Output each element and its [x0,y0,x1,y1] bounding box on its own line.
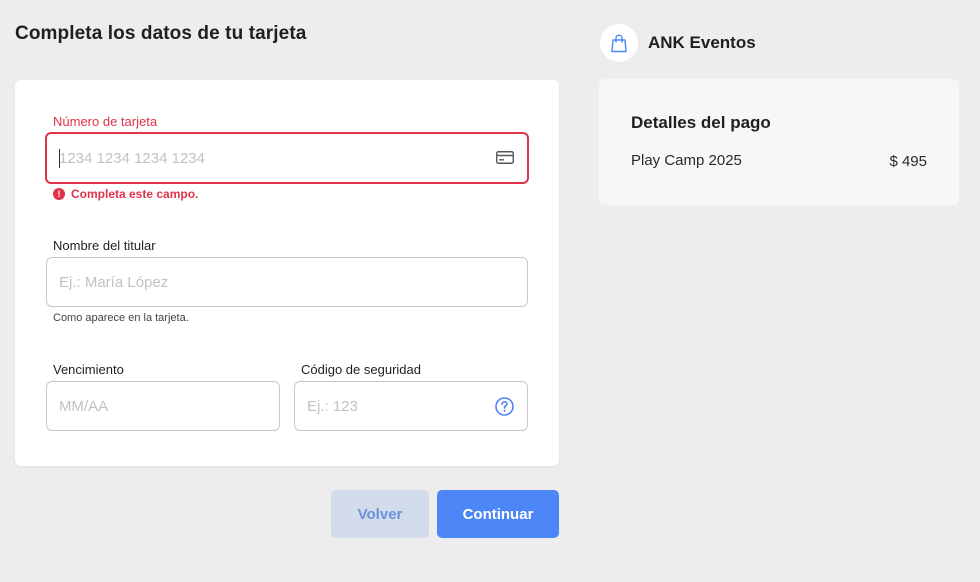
payment-details-panel: Detalles del pago Play Camp 2025 $ 495 [599,79,959,205]
security-code-input[interactable] [307,382,479,430]
holder-name-hint: Como aparece en la tarjeta. [53,312,189,324]
card-number-error-text: Completa este campo. [71,187,199,201]
security-code-label: Código de seguridad [301,362,421,377]
holder-name-field[interactable] [46,257,528,307]
payment-item-price: $ 495 [889,153,927,170]
card-number-error: ! Completa este campo. [53,187,198,201]
expiry-field[interactable] [46,381,280,431]
card-number-field[interactable] [45,132,529,184]
shopping-bag-icon [611,33,627,52]
holder-name-label: Nombre del titular [53,238,156,253]
help-icon[interactable] [495,397,514,416]
expiry-input[interactable] [59,382,231,430]
payment-item-name: Play Camp 2025 [631,152,742,169]
card-number-label: Número de tarjeta [53,114,158,129]
page-title: Completa los datos de tu tarjeta [15,23,307,44]
text-caret [59,149,60,168]
merchant-name: ANK Eventos [648,33,756,52]
card-number-input[interactable] [59,134,479,182]
credit-card-icon [496,151,514,164]
security-code-field[interactable] [294,381,528,431]
card-form: Número de tarjeta ! Completa este campo.… [15,80,559,466]
continue-button[interactable]: Continuar [437,490,559,538]
merchant-logo [600,24,638,62]
holder-name-input[interactable] [59,258,479,306]
error-icon: ! [53,188,65,200]
payment-details-title: Detalles del pago [631,113,771,132]
expiry-label: Vencimiento [53,362,124,377]
back-button[interactable]: Volver [331,490,429,538]
merchant-header: ANK Eventos [600,24,756,62]
